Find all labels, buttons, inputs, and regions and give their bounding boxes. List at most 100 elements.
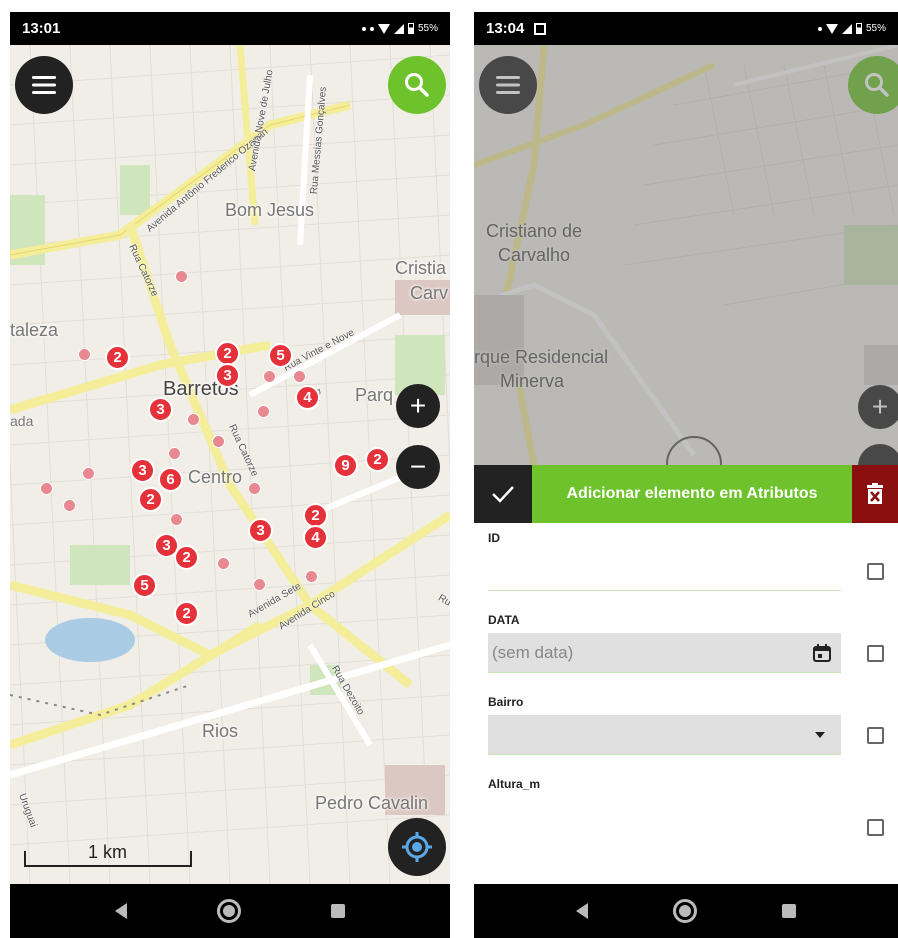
cluster-marker[interactable]: 3 xyxy=(215,363,240,388)
cluster-marker[interactable]: 9 xyxy=(333,453,358,478)
notification-dot-icon xyxy=(817,26,822,31)
map-point[interactable] xyxy=(248,482,261,495)
android-nav-bar xyxy=(10,884,450,938)
search-button[interactable] xyxy=(388,56,446,114)
map-point[interactable] xyxy=(168,447,181,460)
place-label: Parq xyxy=(355,385,394,405)
screenshot-notification-icon xyxy=(534,22,547,35)
battery-icon xyxy=(407,23,414,34)
map-point[interactable] xyxy=(293,370,306,383)
checkmark-icon xyxy=(492,486,514,503)
field-label: Bairro xyxy=(488,695,524,709)
battery-icon xyxy=(855,23,862,34)
recent-apps-icon[interactable] xyxy=(781,904,796,918)
status-time: 13:01 xyxy=(22,20,61,37)
delete-button[interactable] xyxy=(852,465,898,523)
map-point[interactable] xyxy=(212,435,225,448)
zoom-out-button[interactable]: − xyxy=(396,445,440,489)
map-point[interactable] xyxy=(82,467,95,480)
home-icon[interactable] xyxy=(672,899,697,923)
cluster-marker[interactable]: 2 xyxy=(174,601,199,626)
cluster-marker[interactable]: 2 xyxy=(105,345,130,370)
scale-label: 1 km xyxy=(88,842,128,862)
field-label: DATA xyxy=(488,613,520,627)
field-label: ID xyxy=(488,531,500,545)
date-value: (sem data) xyxy=(492,642,574,662)
chevron-down-icon xyxy=(815,731,826,738)
field-id: ID xyxy=(488,531,884,591)
cluster-marker[interactable]: 2 xyxy=(138,487,163,512)
cluster-marker[interactable]: 2 xyxy=(365,447,390,472)
cluster-marker[interactable]: 6 xyxy=(158,467,183,492)
recent-apps-icon[interactable] xyxy=(331,904,345,918)
menu-button[interactable] xyxy=(15,56,73,114)
place-label: ada xyxy=(10,413,34,429)
place-label: taleza xyxy=(10,320,59,340)
form-action-bar: Adicionar elemento em Atributos xyxy=(474,465,898,523)
map-point[interactable] xyxy=(257,405,270,418)
attribute-form: ID DATA (sem data) Bairro Altura_m xyxy=(474,523,898,884)
map-canvas[interactable]: Avenida Antônio Frederico Ozanan Avenida… xyxy=(10,45,450,884)
remember-checkbox[interactable] xyxy=(867,818,884,836)
cluster-marker[interactable]: 3 xyxy=(130,458,155,483)
map-point[interactable] xyxy=(263,370,276,383)
cluster-marker[interactable]: 2 xyxy=(174,545,199,570)
map-point[interactable] xyxy=(78,348,91,361)
status-time: 13:04 xyxy=(486,20,525,37)
field-bairro: Bairro xyxy=(488,695,884,755)
status-bar: 13:01 55% xyxy=(10,12,450,45)
home-icon[interactable] xyxy=(217,899,241,923)
field-data: DATA (sem data) xyxy=(488,613,884,673)
place-label: Bom Jesus xyxy=(225,200,315,220)
status-icons: 55% xyxy=(817,23,886,34)
remember-checkbox[interactable] xyxy=(867,644,884,662)
wifi-icon xyxy=(377,23,390,34)
confirm-button[interactable] xyxy=(474,465,532,523)
map-point[interactable] xyxy=(175,270,188,283)
map-point[interactable] xyxy=(63,499,76,512)
calendar-icon[interactable] xyxy=(813,643,832,662)
wifi-icon xyxy=(825,23,838,34)
battery-level: 55% xyxy=(865,23,886,34)
battery-level: 55% xyxy=(417,23,438,34)
cluster-marker[interactable]: 3 xyxy=(248,518,273,543)
status-bar: 13:04 55% xyxy=(474,12,898,45)
gps-locate-button[interactable] xyxy=(388,818,446,876)
gps-locate-icon xyxy=(402,832,432,862)
place-label: Cristia xyxy=(395,258,447,278)
cluster-marker[interactable]: 4 xyxy=(295,385,320,410)
cluster-marker[interactable]: 4 xyxy=(303,525,328,550)
back-icon[interactable] xyxy=(115,903,127,919)
date-input[interactable]: (sem data) xyxy=(488,633,842,673)
id-input[interactable] xyxy=(488,551,842,591)
altura-input[interactable] xyxy=(488,797,841,837)
signal-icon xyxy=(393,23,404,34)
map-dim-overlay xyxy=(474,45,898,465)
zoom-in-button[interactable]: + xyxy=(396,384,440,428)
remember-checkbox[interactable] xyxy=(867,562,884,580)
delete-icon xyxy=(867,483,883,504)
hamburger-menu-icon xyxy=(32,76,56,94)
map-point[interactable] xyxy=(187,413,200,426)
map-point[interactable] xyxy=(40,482,53,495)
map-point[interactable] xyxy=(170,513,183,526)
cluster-marker[interactable]: 5 xyxy=(268,343,293,368)
map-point[interactable] xyxy=(217,557,230,570)
status-icons: 55% xyxy=(361,23,438,34)
cluster-marker[interactable]: 5 xyxy=(132,573,157,598)
place-label: Centro xyxy=(188,467,243,487)
cluster-marker[interactable]: 3 xyxy=(148,397,173,422)
map-point[interactable] xyxy=(253,578,266,591)
form-title: Adicionar elemento em Atributos xyxy=(532,465,852,523)
map-point[interactable] xyxy=(305,570,318,583)
field-label: Altura_m xyxy=(488,777,541,791)
notification-dot-icon xyxy=(369,26,374,31)
back-icon[interactable] xyxy=(576,903,589,919)
bairro-dropdown[interactable] xyxy=(488,715,842,755)
place-label: Rios xyxy=(202,721,239,741)
signal-icon xyxy=(841,23,852,34)
search-icon xyxy=(405,73,429,97)
left-phone-screen: 13:01 55% Avenida Antônio Frederico Ozan… xyxy=(10,12,450,938)
remember-checkbox[interactable] xyxy=(867,726,884,744)
android-nav-bar xyxy=(474,884,898,938)
